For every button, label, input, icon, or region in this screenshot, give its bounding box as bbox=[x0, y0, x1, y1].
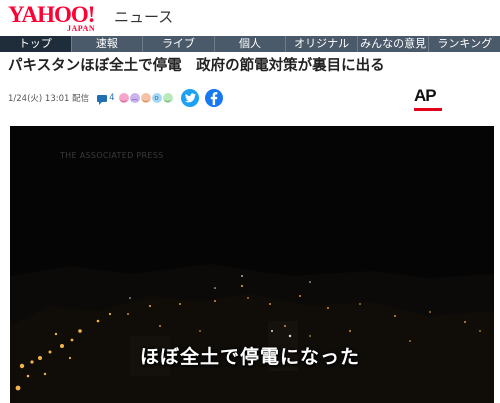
nav-item-live[interactable]: ライブ bbox=[143, 36, 215, 52]
nav-item-breaking[interactable]: 速報 bbox=[72, 36, 144, 52]
ap-logo-text: AP bbox=[414, 86, 437, 105]
logo-wordmark: YAHOO! bbox=[8, 2, 95, 27]
article-meta: 1/24(火) 13:01 配信 4 ‿ ︵ ‿ o ‿ bbox=[8, 88, 186, 108]
article-title: パキスタンほぼ全土で停電 政府の節電対策が裏目に出る bbox=[8, 58, 385, 74]
video-watermark: THE ASSOCIATED PRESS bbox=[60, 151, 164, 160]
video-player[interactable]: THE ASSOCIATED PRESS ほぼ全土で停電になった bbox=[10, 126, 494, 403]
comment-icon bbox=[97, 94, 108, 105]
nav-item-ranking[interactable]: ランキング bbox=[429, 36, 500, 52]
site-header: YAHOO! JAPAN ニュース bbox=[0, 0, 500, 36]
nav-item-original[interactable]: オリジナル bbox=[286, 36, 358, 52]
comment-link[interactable]: 4 bbox=[97, 93, 115, 105]
logo-subtitle: JAPAN bbox=[67, 24, 96, 33]
facebook-share-icon[interactable] bbox=[205, 89, 223, 107]
publish-date: 1/24(火) 13:01 配信 bbox=[8, 94, 90, 104]
ap-source-logo[interactable]: AP bbox=[414, 86, 442, 114]
ap-logo-bar bbox=[414, 108, 442, 111]
service-name[interactable]: ニュース bbox=[114, 8, 173, 26]
reaction-summary[interactable]: ‿ ︵ ‿ o ‿ bbox=[118, 93, 174, 103]
happy-reaction-icon: ‿ bbox=[162, 93, 173, 103]
global-nav: トップ 速報 ライブ 個人 オリジナル みんなの意見 ランキング bbox=[0, 36, 500, 52]
surprise-reaction-icon: o bbox=[151, 93, 162, 103]
video-subtitle: ほぼ全土で停電になった bbox=[140, 346, 361, 368]
twitter-share-icon[interactable] bbox=[181, 89, 199, 107]
nav-item-opinions[interactable]: みんなの意見 bbox=[358, 36, 430, 52]
nav-item-top[interactable]: トップ bbox=[0, 36, 72, 52]
sad-reaction-icon: ︵ bbox=[129, 93, 140, 103]
nav-item-individual[interactable]: 個人 bbox=[215, 36, 287, 52]
angry-reaction-icon: ‿ bbox=[140, 93, 151, 103]
smile-reaction-icon: ‿ bbox=[118, 93, 129, 103]
comment-count: 4 bbox=[109, 93, 115, 103]
